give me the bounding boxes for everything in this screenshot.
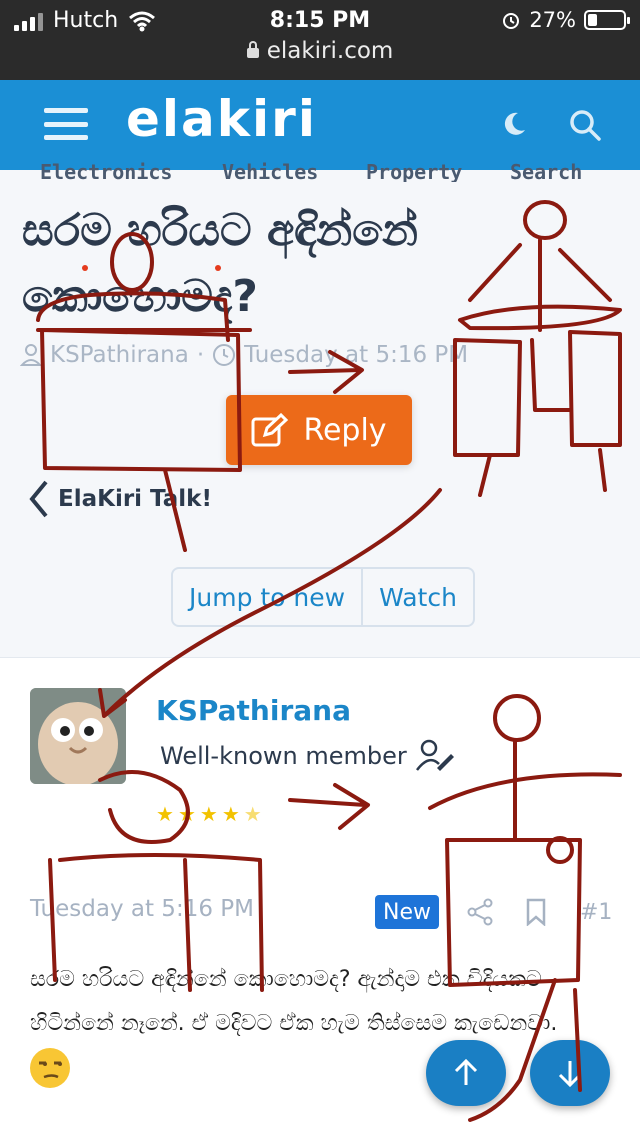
star-icon: ★ [243,802,262,826]
nav-item-property[interactable]: Property [366,160,462,182]
star-icon: ★ [199,802,218,826]
arrow-up-icon [454,1058,478,1085]
nav-item-vehicles[interactable]: Vehicles [222,160,318,182]
thread-meta: KSPathirana · Tuesday at 5:16 PM [20,342,468,368]
star-icon: ★ [177,802,196,826]
status-bar: Hutch 8:15 PM 27% elakiri.com [0,0,640,80]
user-title-text: Well-known member [160,742,407,770]
nav-item-electronics[interactable]: Electronics [40,160,172,182]
site-header: elakiri [0,80,640,170]
url-domain: elakiri.com [266,38,394,64]
search-icon[interactable] [568,108,602,142]
scroll-bottom-button[interactable] [530,1040,610,1106]
battery-percent: 27% [529,8,576,32]
arrow-down-icon [558,1061,582,1088]
site-logo[interactable]: elakiri [126,90,317,148]
user-title: Well-known member [160,738,455,774]
battery-icon [584,10,630,30]
lock-icon [246,41,259,58]
nav-strip: Electronics Vehicles Property Search [0,160,640,182]
post-username[interactable]: KSPathirana [156,694,351,727]
thread-date[interactable]: Tuesday at 5:16 PM [244,342,468,368]
reply-button[interactable]: Reply [226,395,412,465]
user-icon [20,344,42,366]
menu-icon[interactable] [44,108,88,140]
rating-stars: ★ ★ ★ ★ ★ [156,802,262,826]
star-icon: ★ [221,802,240,826]
watch-button[interactable]: Watch [361,569,473,625]
alarm-icon [503,13,520,29]
post-body: සරම හරියට අඳින්නේ කොහොමද? ඇන්දාම එක විදි… [30,958,590,1090]
nav-item-search[interactable]: Search [510,160,582,182]
avatar[interactable] [30,688,126,784]
jump-to-new-button[interactable]: Jump to new [173,569,361,625]
reply-label: Reply [303,412,387,448]
moon-icon[interactable] [500,110,528,138]
new-badge: New [375,895,439,929]
share-icon[interactable] [466,898,494,926]
forum-name: ElaKiri Talk! [58,486,212,512]
post-date[interactable]: Tuesday at 5:16 PM [30,896,254,922]
back-link[interactable]: ElaKiri Talk! [28,480,212,518]
thread-actions: Jump to new Watch [171,567,475,627]
star-icon: ★ [156,802,174,826]
scroll-top-button[interactable] [426,1040,506,1106]
thread-author[interactable]: KSPathirana [50,342,189,368]
unamused-emoji-icon [30,1048,70,1088]
avatar-image [30,688,126,784]
user-edit-icon [415,739,454,771]
bookmark-icon[interactable] [524,898,548,926]
post-number[interactable]: #1 [580,900,612,925]
clock-icon [213,344,236,366]
url-bar[interactable]: elakiri.com [0,38,640,64]
thread-title: සරම හරියට අඳින්නේ කොහොමද? [22,205,418,322]
edit-icon [251,413,289,447]
chevron-left-icon [29,480,48,518]
post-body-text: සරම හරියට අඳින්නේ කොහොමද? ඇන්දාම එක විදි… [30,967,558,1036]
